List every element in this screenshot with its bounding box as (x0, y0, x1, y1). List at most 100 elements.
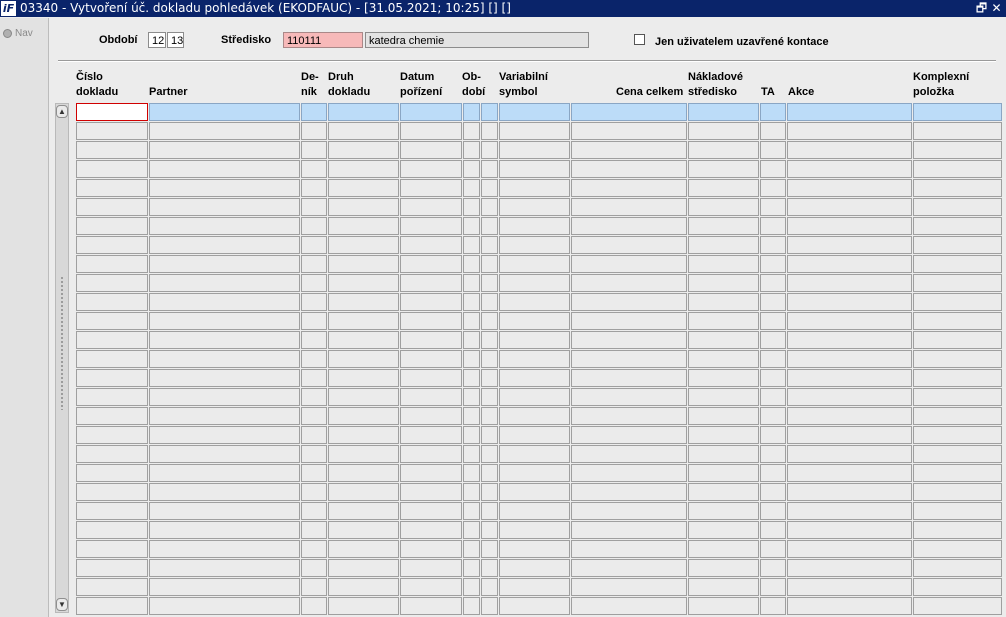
grid-cell-obdobi-a[interactable] (463, 103, 480, 121)
grid-cell-ta[interactable] (760, 198, 786, 216)
grid-cell-obdobi-a[interactable] (463, 255, 480, 273)
grid-cell-denik[interactable] (301, 578, 327, 596)
grid-cell-akce[interactable] (787, 426, 912, 444)
grid-cell-vs[interactable] (499, 198, 570, 216)
restore-window-icon[interactable]: 🗗 (975, 0, 988, 17)
grid-cell-denik[interactable] (301, 331, 327, 349)
grid-cell-ta[interactable] (760, 122, 786, 140)
grid-cell-cislo[interactable] (76, 293, 148, 311)
grid-cell-akce[interactable] (787, 597, 912, 615)
grid-cell-cislo[interactable] (76, 217, 148, 235)
grid-cell-obdobi-b[interactable] (481, 141, 498, 159)
grid-cell-kompl[interactable] (913, 141, 1002, 159)
grid-cell-partner[interactable] (149, 559, 300, 577)
grid-cell-cena[interactable] (571, 521, 687, 539)
grid-cell-denik[interactable] (301, 312, 327, 330)
grid-cell-nakl[interactable] (688, 407, 759, 425)
grid-cell-denik[interactable] (301, 236, 327, 254)
grid-cell-vs[interactable] (499, 426, 570, 444)
grid-cell-obdobi-a[interactable] (463, 445, 480, 463)
grid-cell-kompl[interactable] (913, 540, 1002, 558)
grid-cell-nakl[interactable] (688, 559, 759, 577)
grid-cell-obdobi-b[interactable] (481, 160, 498, 178)
grid-cell-druh[interactable] (328, 597, 399, 615)
grid-cell-nakl[interactable] (688, 369, 759, 387)
grid-cell-cislo[interactable] (76, 160, 148, 178)
grid-cell-kompl[interactable] (913, 198, 1002, 216)
grid-cell-partner[interactable] (149, 217, 300, 235)
grid-cell-nakl[interactable] (688, 312, 759, 330)
grid-cell-cislo[interactable] (76, 426, 148, 444)
grid-cell-obdobi-b[interactable] (481, 255, 498, 273)
grid-cell-cislo[interactable] (76, 464, 148, 482)
grid-cell-nakl[interactable] (688, 578, 759, 596)
grid-cell-denik[interactable] (301, 445, 327, 463)
grid-cell-partner[interactable] (149, 369, 300, 387)
grid-cell-datum[interactable] (400, 217, 462, 235)
grid-cell-denik[interactable] (301, 407, 327, 425)
grid-cell-cena[interactable] (571, 274, 687, 292)
grid-cell-partner[interactable] (149, 388, 300, 406)
grid-cell-cislo[interactable] (76, 388, 148, 406)
grid-cell-obdobi-a[interactable] (463, 483, 480, 501)
obdobi-from-input[interactable]: 12 (148, 32, 166, 48)
grid-cell-cena[interactable] (571, 369, 687, 387)
grid-cell-partner[interactable] (149, 331, 300, 349)
grid-cell-akce[interactable] (787, 445, 912, 463)
grid-cell-cislo[interactable] (76, 369, 148, 387)
grid-cell-partner[interactable] (149, 407, 300, 425)
grid-cell-nakl[interactable] (688, 597, 759, 615)
grid-cell-ta[interactable] (760, 369, 786, 387)
grid-cell-akce[interactable] (787, 255, 912, 273)
grid-cell-cislo[interactable] (76, 179, 148, 197)
grid-cell-partner[interactable] (149, 464, 300, 482)
grid-cell-nakl[interactable] (688, 426, 759, 444)
grid-cell-obdobi-a[interactable] (463, 198, 480, 216)
grid-cell-nakl[interactable] (688, 160, 759, 178)
grid-cell-vs[interactable] (499, 521, 570, 539)
grid-cell-obdobi-b[interactable] (481, 179, 498, 197)
grid-cell-vs[interactable] (499, 274, 570, 292)
grid-cell-obdobi-a[interactable] (463, 369, 480, 387)
grid-cell-denik[interactable] (301, 502, 327, 520)
scroll-up-icon[interactable]: ▲ (56, 105, 68, 118)
grid-cell-kompl[interactable] (913, 483, 1002, 501)
grid-cell-cena[interactable] (571, 198, 687, 216)
grid-cell-obdobi-a[interactable] (463, 236, 480, 254)
grid-cell-druh[interactable] (328, 502, 399, 520)
grid-cell-obdobi-a[interactable] (463, 141, 480, 159)
grid-cell-kompl[interactable] (913, 521, 1002, 539)
grid-cell-ta[interactable] (760, 331, 786, 349)
grid-cell-ta[interactable] (760, 559, 786, 577)
grid-cell-cena[interactable] (571, 255, 687, 273)
grid-cell-druh[interactable] (328, 559, 399, 577)
grid-cell-obdobi-b[interactable] (481, 350, 498, 368)
grid-cell-akce[interactable] (787, 464, 912, 482)
grid-cell-nakl[interactable] (688, 502, 759, 520)
grid-cell-obdobi-b[interactable] (481, 483, 498, 501)
grid-cell-druh[interactable] (328, 160, 399, 178)
grid-cell-nakl[interactable] (688, 483, 759, 501)
grid-cell-partner[interactable] (149, 103, 300, 121)
grid-cell-vs[interactable] (499, 350, 570, 368)
grid-cell-cena[interactable] (571, 331, 687, 349)
grid-cell-denik[interactable] (301, 160, 327, 178)
grid-cell-partner[interactable] (149, 312, 300, 330)
grid-cell-vs[interactable] (499, 407, 570, 425)
grid-cell-ta[interactable] (760, 217, 786, 235)
grid-cell-datum[interactable] (400, 103, 462, 121)
grid-cell-obdobi-a[interactable] (463, 426, 480, 444)
grid-cell-vs[interactable] (499, 255, 570, 273)
grid-cell-obdobi-a[interactable] (463, 540, 480, 558)
grid-cell-ta[interactable] (760, 141, 786, 159)
grid-cell-druh[interactable] (328, 483, 399, 501)
grid-cell-nakl[interactable] (688, 103, 759, 121)
grid-cell-vs[interactable] (499, 388, 570, 406)
grid-cell-vs[interactable] (499, 559, 570, 577)
grid-cell-cena[interactable] (571, 160, 687, 178)
grid-cell-cislo[interactable] (76, 578, 148, 596)
grid-cell-nakl[interactable] (688, 274, 759, 292)
grid-cell-vs[interactable] (499, 502, 570, 520)
grid-cell-akce[interactable] (787, 160, 912, 178)
grid-cell-partner[interactable] (149, 122, 300, 140)
